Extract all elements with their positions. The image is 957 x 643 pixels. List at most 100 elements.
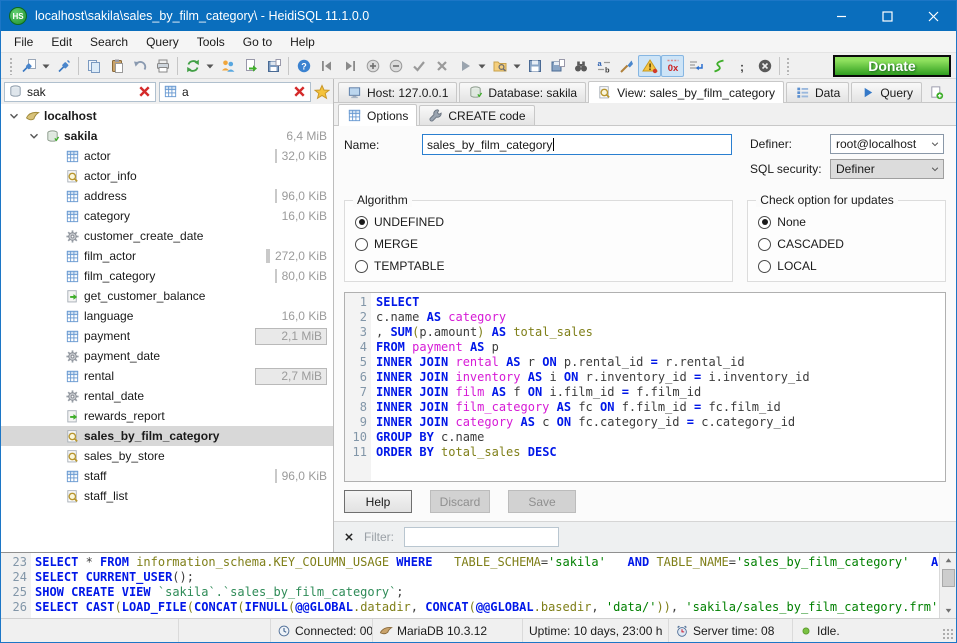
tab-data[interactable]: Data [786, 82, 849, 102]
save-blob-button[interactable] [262, 55, 285, 77]
log-code[interactable]: SELECT * FROM information_schema.KEY_COL… [31, 553, 939, 618]
toolbar-grip[interactable] [9, 57, 14, 75]
scroll-up-icon[interactable] [941, 553, 956, 568]
binary-as-hex-button[interactable]: 0x [661, 55, 684, 77]
save-sql-as-button[interactable] [546, 55, 569, 77]
save-sql-button[interactable] [523, 55, 546, 77]
close-filter-icon[interactable] [344, 532, 354, 542]
find-text-button[interactable] [569, 55, 592, 77]
tree-item-customer-create-date[interactable]: customer_create_date [1, 226, 333, 246]
execute-sql-button[interactable] [453, 55, 476, 77]
tree-item-film-actor[interactable]: film_actor272,0 KiB [1, 246, 333, 266]
tree-item-sales-by-store[interactable]: sales_by_store [1, 446, 333, 466]
next-result-button[interactable] [684, 55, 707, 77]
cancel-query-button[interactable] [753, 55, 776, 77]
editor-code[interactable]: SELECTc.name AS category, SUM(p.amount) … [371, 293, 945, 481]
tree-item-staff[interactable]: staff96,0 KiB [1, 466, 333, 486]
radio-none[interactable]: None [758, 211, 935, 233]
log-scrollbar[interactable] [939, 553, 956, 618]
tab-query[interactable]: Query [851, 82, 922, 102]
print-button[interactable] [151, 55, 174, 77]
scroll-thumb[interactable] [942, 569, 955, 587]
tree-item-rewards-report[interactable]: rewards_report [1, 406, 333, 426]
tab-host[interactable]: Host: 127.0.0.1 [338, 82, 457, 102]
menu-tools[interactable]: Tools [188, 32, 234, 52]
radio-cascaded[interactable]: CASCADED [758, 233, 935, 255]
execute-dropdown-button[interactable] [476, 55, 488, 77]
menu-edit[interactable]: Edit [42, 32, 81, 52]
chevron-down-icon[interactable] [27, 129, 41, 143]
menu-query[interactable]: Query [137, 32, 188, 52]
tree-item-payment-date[interactable]: payment_date [1, 346, 333, 366]
radio-button-icon[interactable] [355, 238, 368, 251]
undo-button[interactable] [128, 55, 151, 77]
help-button[interactable]: ? [292, 55, 315, 77]
view-select-code-editor[interactable]: 1234567891011 SELECTc.name AS category, … [344, 292, 946, 482]
post-changes-button[interactable] [407, 55, 430, 77]
radio-undefined[interactable]: UNDEFINED [355, 211, 722, 233]
table-filter-input[interactable]: a [159, 82, 311, 102]
tab-view[interactable]: View: sales_by_film_category [588, 81, 784, 103]
radio-button-icon[interactable] [355, 260, 368, 273]
scroll-down-icon[interactable] [941, 603, 956, 618]
save-button[interactable]: Save [508, 490, 576, 513]
copy-button[interactable] [82, 55, 105, 77]
cancel-editing-button[interactable] [430, 55, 453, 77]
radio-button-icon[interactable] [758, 260, 771, 273]
clear-filter-icon[interactable] [137, 84, 152, 99]
session-dropdown-button[interactable] [40, 55, 52, 77]
user-manager-button[interactable] [216, 55, 239, 77]
tree-item-rental-date[interactable]: rental_date [1, 386, 333, 406]
session-manager-button[interactable] [17, 55, 40, 77]
disconnect-button[interactable] [52, 55, 75, 77]
donate-button[interactable]: Donate [833, 55, 951, 77]
menu-help[interactable]: Help [281, 32, 324, 52]
tree-item-rental[interactable]: rental2,7 MiB [1, 366, 333, 386]
paste-button[interactable] [105, 55, 128, 77]
menu-search[interactable]: Search [81, 32, 137, 52]
radio-button-icon[interactable] [758, 238, 771, 251]
tree-item-language[interactable]: language16,0 KiB [1, 306, 333, 326]
radio-button-icon[interactable] [758, 216, 771, 229]
replace-text-button[interactable]: ab [592, 55, 615, 77]
radio-merge[interactable]: MERGE [355, 233, 722, 255]
tab-options[interactable]: Options [338, 104, 417, 126]
tab-database[interactable]: Database: sakila [459, 82, 586, 102]
radio-local[interactable]: LOCAL [758, 255, 935, 277]
tree-item-localhost[interactable]: localhost [1, 106, 333, 126]
window-resize-grip[interactable] [942, 628, 954, 640]
export-database-button[interactable] [239, 55, 262, 77]
definer-select[interactable]: root@localhost [830, 134, 944, 154]
radio-button-icon[interactable] [355, 216, 368, 229]
tree-item-actor[interactable]: actor32,0 KiB [1, 146, 333, 166]
filter-input[interactable] [404, 527, 559, 547]
delimiter-button[interactable]: ; [730, 55, 753, 77]
tree-item-get-customer-balance[interactable]: get_customer_balance [1, 286, 333, 306]
refresh-button[interactable] [181, 55, 204, 77]
tree-item-sakila[interactable]: sakila6,4 MiB [1, 126, 333, 146]
tree-item-staff-list[interactable]: staff_list [1, 486, 333, 506]
chevron-down-icon[interactable] [7, 109, 21, 123]
insert-record-button[interactable] [361, 55, 384, 77]
menu-go-to[interactable]: Go to [234, 32, 281, 52]
menu-file[interactable]: File [5, 32, 42, 52]
close-button[interactable] [910, 1, 956, 31]
view-name-input[interactable]: sales_by_film_category [422, 134, 732, 155]
tab-create-code[interactable]: CREATE code [419, 105, 534, 125]
tree-item-actor-info[interactable]: actor_info [1, 166, 333, 186]
first-record-button[interactable] [315, 55, 338, 77]
reformat-sql-button[interactable] [615, 55, 638, 77]
last-record-button[interactable] [338, 55, 361, 77]
database-filter-input[interactable]: sak [4, 82, 156, 102]
tree-item-address[interactable]: address96,0 KiB [1, 186, 333, 206]
radio-temptable[interactable]: TEMPTABLE [355, 255, 722, 277]
minimize-button[interactable] [818, 1, 864, 31]
reformat-query-button[interactable] [707, 55, 730, 77]
maximize-button[interactable] [864, 1, 910, 31]
load-file-dropdown-button[interactable] [511, 55, 523, 77]
stop-on-errors-button[interactable] [638, 55, 661, 77]
help-button[interactable]: Help [344, 490, 412, 513]
tree-item-payment[interactable]: payment2,1 MiB [1, 326, 333, 346]
load-sql-file-button[interactable] [488, 55, 511, 77]
tree-item-sales-by-film-category[interactable]: sales_by_film_category [1, 426, 333, 446]
